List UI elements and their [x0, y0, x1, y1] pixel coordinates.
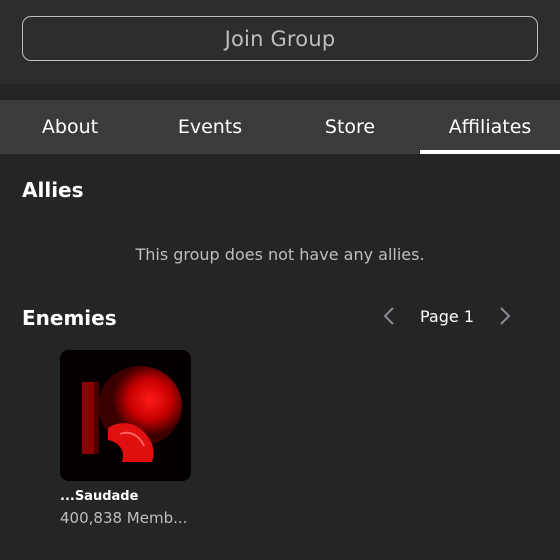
group-name: ...Saudade [60, 489, 139, 504]
pager: Page 1 [376, 302, 536, 330]
page-indicator: Page 1 [420, 306, 474, 326]
allies-heading: Allies [22, 178, 84, 202]
tab-bar: About Events Store Affiliates [0, 100, 560, 154]
top-bar: Join Group [0, 0, 560, 84]
tab-store[interactable]: Store [280, 100, 420, 154]
allies-empty-message: This group does not have any allies. [135, 245, 425, 264]
tab-affiliates[interactable]: Affiliates [420, 100, 560, 154]
enemies-heading: Enemies [22, 306, 117, 330]
chevron-right-icon [500, 307, 511, 325]
next-page-button[interactable] [492, 302, 518, 330]
tab-about[interactable]: About [0, 100, 140, 154]
chevron-left-icon [383, 307, 394, 325]
enemy-group-card[interactable]: ...Saudade 400,838 Memb... [60, 350, 192, 527]
join-group-button[interactable]: Join Group [22, 16, 538, 61]
divider-gap [0, 84, 560, 100]
tab-events[interactable]: Events [140, 100, 280, 154]
group-thumbnail [60, 350, 191, 481]
previous-page-button[interactable] [376, 302, 402, 330]
group-member-count: 400,838 Memb... [60, 509, 188, 527]
